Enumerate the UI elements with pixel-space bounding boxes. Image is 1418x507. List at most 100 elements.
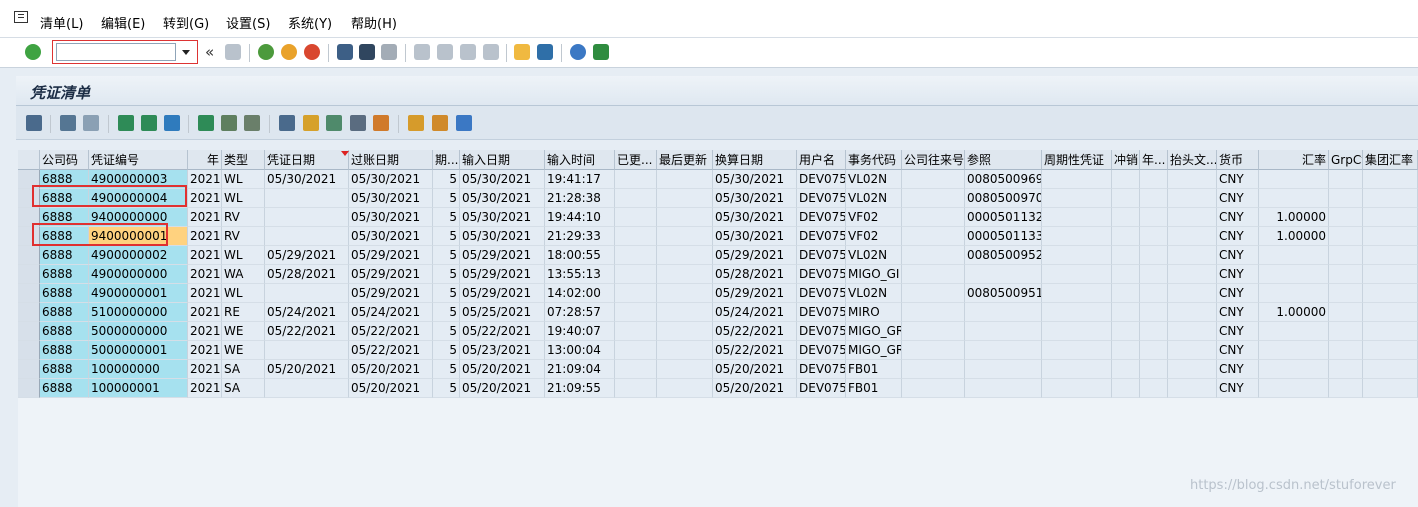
table-cell[interactable]: 5 <box>433 189 460 208</box>
table-cell[interactable] <box>1112 379 1140 398</box>
table-cell[interactable] <box>1168 246 1217 265</box>
table-cell[interactable] <box>1363 246 1418 265</box>
table-cell[interactable] <box>265 208 349 227</box>
table-cell[interactable]: 5000000000 <box>89 322 188 341</box>
table-cell[interactable]: DEV075 <box>797 227 846 246</box>
table-cell[interactable] <box>1259 341 1329 360</box>
table-cell[interactable]: 05/30/2021 <box>713 189 797 208</box>
table-row[interactable]: 68881000000002021SA05/20/202105/20/20215… <box>18 360 1418 379</box>
table-cell[interactable]: 05/30/2021 <box>265 170 349 189</box>
table-cell[interactable]: 2021 <box>188 284 222 303</box>
save-icon[interactable] <box>225 44 241 60</box>
table-cell[interactable]: 05/30/2021 <box>460 227 545 246</box>
table-cell[interactable]: 100000000 <box>89 360 188 379</box>
table-row[interactable]: 68881000000012021SA05/20/2021505/20/2021… <box>18 379 1418 398</box>
table-cell[interactable]: VL02N <box>846 189 902 208</box>
table-cell[interactable]: 2021 <box>188 303 222 322</box>
table-cell[interactable]: 1.00000 <box>1259 208 1329 227</box>
table-cell[interactable] <box>1329 379 1363 398</box>
table-row[interactable]: 688849000000002021WA05/28/202105/29/2021… <box>18 265 1418 284</box>
table-cell[interactable] <box>1140 208 1168 227</box>
table-cell[interactable] <box>265 284 349 303</box>
table-cell[interactable]: 05/22/2021 <box>349 322 433 341</box>
table-cell[interactable]: 21:28:38 <box>545 189 615 208</box>
table-cell[interactable] <box>902 379 965 398</box>
table-cell[interactable]: 2021 <box>188 322 222 341</box>
table-cell[interactable] <box>1140 227 1168 246</box>
column-header[interactable]: 输入时间 <box>545 150 615 170</box>
table-cell[interactable]: 5 <box>433 284 460 303</box>
table-cell[interactable] <box>657 303 713 322</box>
table-cell[interactable] <box>657 379 713 398</box>
column-header[interactable]: 换算日期 <box>713 150 797 170</box>
table-cell[interactable]: 05/29/2021 <box>460 265 545 284</box>
table-cell[interactable] <box>1140 303 1168 322</box>
command-dropdown-icon[interactable] <box>179 45 193 59</box>
table-cell[interactable]: 2021 <box>188 227 222 246</box>
table-cell[interactable]: 0000501132 <box>965 208 1042 227</box>
table-cell[interactable]: 05/22/2021 <box>713 341 797 360</box>
table-cell[interactable]: 2021 <box>188 189 222 208</box>
column-header[interactable]: 冲销 <box>1112 150 1140 170</box>
table-cell[interactable]: 21:09:04 <box>545 360 615 379</box>
table-cell[interactable] <box>1112 360 1140 379</box>
table-cell[interactable] <box>902 265 965 284</box>
table-cell[interactable] <box>1168 208 1217 227</box>
table-cell[interactable]: DEV075 <box>797 189 846 208</box>
table-cell[interactable] <box>1168 303 1217 322</box>
table-cell[interactable]: 05/30/2021 <box>713 170 797 189</box>
table-cell[interactable] <box>615 379 657 398</box>
table-cell[interactable]: 0080500970 <box>965 189 1042 208</box>
table-cell[interactable] <box>1140 360 1168 379</box>
table-cell[interactable] <box>1259 284 1329 303</box>
table-cell[interactable] <box>1329 170 1363 189</box>
table-cell[interactable] <box>1168 379 1217 398</box>
table-cell[interactable]: 5 <box>433 303 460 322</box>
table-row[interactable]: 688850000000002021WE05/22/202105/22/2021… <box>18 322 1418 341</box>
table-cell[interactable]: 05/29/2021 <box>349 265 433 284</box>
table-cell[interactable]: RE <box>222 303 265 322</box>
previous-page-icon[interactable] <box>437 44 453 60</box>
table-cell[interactable]: RV <box>222 208 265 227</box>
table-cell[interactable]: 2021 <box>188 246 222 265</box>
save-layout-icon[interactable] <box>456 115 472 131</box>
table-cell[interactable]: FB01 <box>846 379 902 398</box>
table-cell[interactable] <box>1329 284 1363 303</box>
table-cell[interactable] <box>1168 227 1217 246</box>
table-cell[interactable] <box>902 303 965 322</box>
table-cell[interactable] <box>1112 246 1140 265</box>
table-cell[interactable] <box>1329 341 1363 360</box>
table-cell[interactable] <box>902 360 965 379</box>
table-cell[interactable]: 5 <box>433 265 460 284</box>
table-cell[interactable] <box>1363 189 1418 208</box>
export-spreadsheet-icon[interactable] <box>303 115 319 131</box>
table-cell[interactable]: 05/30/2021 <box>713 208 797 227</box>
table-cell[interactable]: WL <box>222 284 265 303</box>
menu-system[interactable]: 系统(Y) <box>288 13 332 32</box>
table-cell[interactable]: CNY <box>1217 360 1259 379</box>
totals-only-icon[interactable] <box>244 115 260 131</box>
table-cell[interactable]: 19:41:17 <box>545 170 615 189</box>
print-preview-icon[interactable] <box>279 115 295 131</box>
column-header[interactable]: 集团汇率 <box>1363 150 1418 170</box>
column-header[interactable]: 周期性凭证 <box>1042 150 1112 170</box>
table-cell[interactable] <box>1259 265 1329 284</box>
row-selector[interactable] <box>18 303 40 322</box>
table-cell[interactable] <box>1140 322 1168 341</box>
table-cell[interactable] <box>1042 208 1112 227</box>
row-selector[interactable] <box>18 246 40 265</box>
table-cell[interactable] <box>1042 360 1112 379</box>
column-header[interactable]: 输入日期 <box>460 150 545 170</box>
table-cell[interactable] <box>902 170 965 189</box>
table-cell[interactable]: 05/24/2021 <box>265 303 349 322</box>
row-selector[interactable] <box>18 322 40 341</box>
table-cell[interactable] <box>615 303 657 322</box>
table-cell[interactable]: VL02N <box>846 170 902 189</box>
column-header[interactable]: 参照 <box>965 150 1042 170</box>
table-cell[interactable]: SA <box>222 360 265 379</box>
deselect-all-icon[interactable] <box>83 115 99 131</box>
print-icon[interactable] <box>337 44 353 60</box>
table-cell[interactable]: WL <box>222 170 265 189</box>
row-selector[interactable] <box>18 379 40 398</box>
table-cell[interactable] <box>1363 303 1418 322</box>
